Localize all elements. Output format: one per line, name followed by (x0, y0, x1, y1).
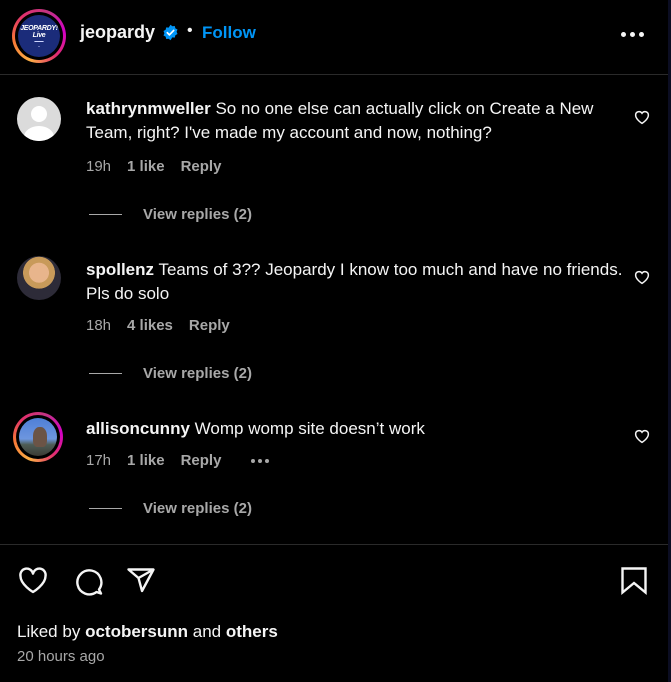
follow-button[interactable]: Follow (202, 23, 256, 43)
comment-meta: 19h 1 like Reply (86, 158, 221, 175)
comment-icon[interactable] (72, 565, 104, 597)
comment-body: spollenz Teams of 3?? Jeopardy I know to… (86, 258, 626, 306)
commenter-avatar-story-ring[interactable] (13, 412, 63, 462)
profile-avatar[interactable]: JEOPARDY! Live (12, 9, 66, 63)
comment-body: kathrynmweller So no one else can actual… (86, 97, 626, 145)
comment-meta: 17h 1 like Reply (86, 452, 270, 469)
comment-username[interactable]: kathrynmweller (86, 99, 211, 118)
diamond-icon (34, 41, 44, 47)
post-timestamp[interactable]: 20 hours ago (17, 648, 105, 665)
post-author-username[interactable]: jeopardy (80, 22, 155, 43)
share-send-icon[interactable] (125, 565, 157, 597)
comment-more-options-icon[interactable] (251, 458, 270, 463)
comment-username[interactable]: spollenz (86, 260, 154, 279)
view-replies-label: View replies (2) (143, 500, 252, 517)
reply-button[interactable]: Reply (181, 158, 222, 175)
avatar-logo-subtext: Live (32, 32, 46, 39)
liked-by-and: and (192, 622, 222, 641)
liked-by-others-link[interactable]: others (226, 622, 278, 641)
replies-divider-line (89, 373, 122, 374)
comment-like-heart-icon[interactable] (633, 427, 651, 445)
avatar-logo-text: JEOPARDY! (20, 25, 58, 32)
comment-text: Womp womp site doesn’t work (194, 419, 425, 438)
post-actions: Liked by octobersunn and others 20 hours… (0, 544, 668, 682)
verified-badge-icon (163, 24, 178, 41)
post-comments-panel: JEOPARDY! Live jeopardy • Follow kathryn… (0, 0, 668, 682)
separator-dot: • (187, 22, 193, 39)
commenter-avatar[interactable] (17, 256, 61, 300)
replies-divider-line (89, 508, 122, 509)
like-heart-icon[interactable] (17, 565, 49, 597)
commenter-avatar[interactable] (17, 97, 61, 141)
comment-time: 19h (86, 158, 112, 175)
view-replies-label: View replies (2) (143, 206, 252, 223)
comment-username[interactable]: allisoncunny (86, 419, 190, 438)
reply-button[interactable]: Reply (181, 452, 222, 469)
comment-likes[interactable]: 1 like (127, 158, 165, 175)
liked-by-prefix: Liked by (17, 622, 81, 641)
view-replies-label: View replies (2) (143, 365, 252, 382)
view-replies-button[interactable]: View replies (2) (89, 500, 252, 517)
view-replies-button[interactable]: View replies (2) (89, 365, 252, 382)
comment-body: allisoncunny Womp womp site doesn’t work (86, 417, 626, 441)
comment-meta: 18h 4 likes Reply (86, 317, 230, 334)
post-header: JEOPARDY! Live jeopardy • Follow (0, 0, 668, 75)
liked-by-summary: Liked by octobersunn and others (17, 622, 278, 642)
comment-likes[interactable]: 4 likes (127, 317, 173, 334)
comment-like-heart-icon[interactable] (633, 108, 651, 126)
save-bookmark-icon[interactable] (618, 565, 650, 597)
comment-time: 18h (86, 317, 112, 334)
comment-like-heart-icon[interactable] (633, 268, 651, 286)
comment-likes[interactable]: 1 like (127, 452, 165, 469)
comment-time: 17h (86, 452, 112, 469)
comment-text: Teams of 3?? Jeopardy I know too much an… (86, 260, 623, 303)
reply-button[interactable]: Reply (189, 317, 230, 334)
replies-divider-line (89, 214, 122, 215)
liked-by-username[interactable]: octobersunn (85, 622, 188, 641)
view-replies-button[interactable]: View replies (2) (89, 206, 252, 223)
more-options-icon[interactable] (617, 26, 647, 42)
